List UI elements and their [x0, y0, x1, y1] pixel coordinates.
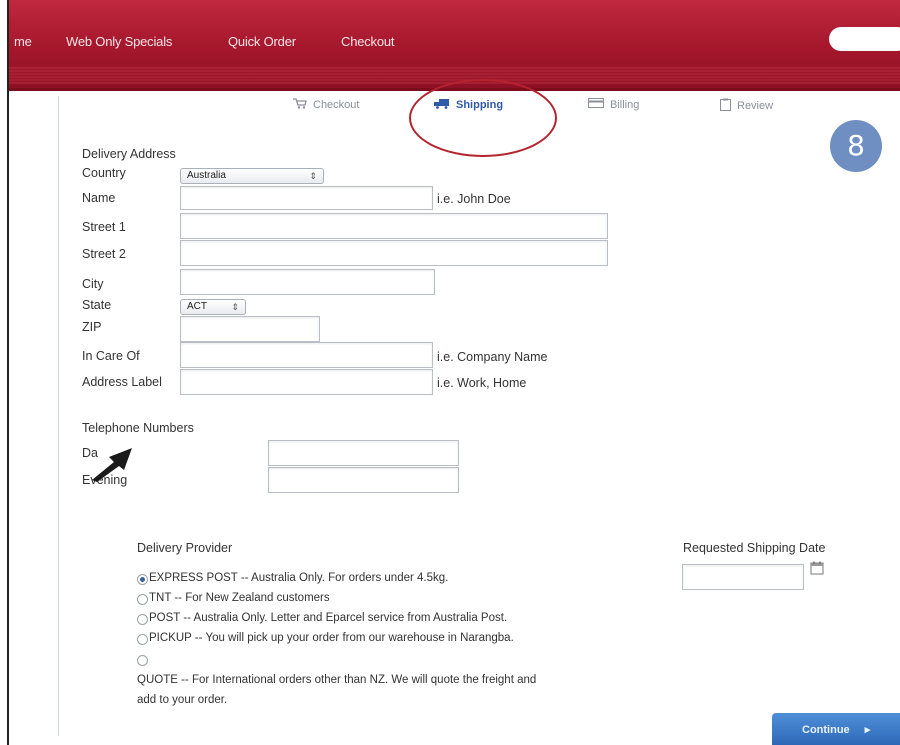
nav-item-home[interactable]: me [14, 34, 32, 49]
country-label: Country [82, 166, 126, 180]
name-hint: i.e. John Doe [437, 192, 511, 206]
express-post-radio[interactable] [137, 574, 148, 585]
street1-field[interactable] [180, 213, 608, 239]
step-label: Billing [610, 98, 640, 111]
chevron-updown-icon: ⇕ [309, 171, 317, 181]
pickup-radio[interactable] [137, 634, 148, 645]
post-option: POST -- Australia Only. Letter and Eparc… [149, 612, 508, 624]
express-post-option: EXPRESS POST -- Australia Only. For orde… [149, 572, 449, 584]
nav-item-web-only-specials[interactable]: Web Only Specials [66, 34, 172, 49]
evening-phone-field[interactable] [268, 467, 459, 493]
nav-item-checkout[interactable]: Checkout [341, 34, 395, 49]
cart-icon [293, 98, 307, 112]
delivery-provider-heading: Delivery Provider [137, 541, 233, 555]
zip-label: ZIP [82, 320, 102, 334]
quote-option-line2: add to your order. [137, 694, 228, 706]
step-billing[interactable]: Billing [588, 98, 639, 111]
continue-button[interactable]: Continue ▸ [772, 713, 900, 745]
in-care-of-label: In Care Of [82, 349, 140, 363]
name-field[interactable] [180, 186, 433, 210]
tnt-option: TNT -- For New Zealand customers [149, 592, 330, 604]
city-label: City [82, 277, 104, 291]
chevron-updown-icon: ⇕ [231, 302, 239, 312]
post-radio[interactable] [137, 614, 148, 625]
calendar-icon[interactable] [810, 561, 824, 575]
clipboard-icon [720, 98, 731, 114]
step-label: Checkout [313, 99, 360, 111]
nav-item-quick-order[interactable]: Quick Order [228, 34, 296, 49]
highlight-circle [409, 79, 557, 157]
in-care-of-field[interactable] [180, 342, 433, 368]
step-number-badge: 8 [830, 120, 882, 172]
pickup-option: PICKUP -- You will pick up your order fr… [149, 632, 514, 644]
state-value: ACT [187, 301, 207, 312]
day-phone-field[interactable] [268, 440, 459, 466]
tnt-radio[interactable] [137, 594, 148, 605]
quote-radio[interactable] [137, 655, 148, 666]
street1-label: Street 1 [82, 220, 126, 234]
shipping-date-field[interactable] [682, 564, 804, 590]
country-select[interactable]: Australia ⇕ [180, 168, 324, 184]
street2-field[interactable] [180, 240, 608, 266]
state-select[interactable]: ACT ⇕ [180, 299, 246, 315]
country-value: Australia [187, 170, 226, 181]
step-checkout[interactable]: Checkout [293, 98, 359, 112]
street2-label: Street 2 [82, 247, 126, 261]
play-arrow-icon: ▸ [864, 724, 871, 736]
content-divider [58, 96, 59, 736]
address-label-hint: i.e. Work, Home [437, 376, 527, 390]
search-input[interactable] [829, 27, 900, 51]
pointer-arrow-icon [92, 448, 132, 482]
step-label: Review [737, 100, 774, 112]
delivery-address-heading: Delivery Address [82, 147, 176, 161]
telephone-heading: Telephone Numbers [82, 421, 194, 435]
continue-label: Continue [802, 724, 850, 736]
shipping-date-label: Requested Shipping Date [683, 541, 826, 555]
in-care-of-hint: i.e. Company Name [437, 350, 548, 364]
address-label-field[interactable] [180, 369, 433, 395]
address-label-label: Address Label [82, 375, 162, 389]
card-icon [588, 98, 604, 111]
city-field[interactable] [180, 269, 435, 295]
zip-field[interactable] [180, 316, 320, 342]
step-review[interactable]: Review [720, 98, 773, 114]
state-label: State [82, 298, 112, 312]
quote-option-line1: QUOTE -- For International orders other … [137, 674, 537, 686]
name-label: Name [82, 191, 116, 205]
